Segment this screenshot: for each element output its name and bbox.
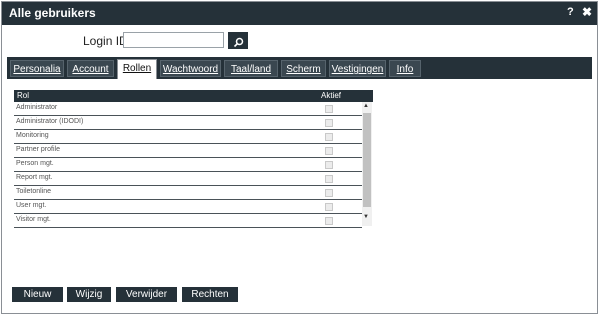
table-row[interactable]: User mgt. [14, 200, 362, 214]
login-id-input[interactable] [123, 32, 224, 48]
help-button[interactable]: ? [567, 6, 574, 18]
search-icon [233, 37, 243, 47]
role-name: Person mgt. [16, 160, 54, 167]
column-header-aktief[interactable]: Aktief [321, 91, 341, 100]
scroll-down-arrow-icon[interactable]: ▼ [363, 214, 369, 220]
edit-button[interactable]: Wijzig [67, 287, 111, 302]
role-name: Toiletonline [16, 188, 52, 195]
aktief-checkbox[interactable] [325, 161, 333, 169]
role-name: Report mgt. [16, 174, 53, 181]
tab-info[interactable]: Info [389, 60, 421, 77]
aktief-checkbox[interactable] [325, 147, 333, 155]
table-row[interactable]: Administrator (IDODI) [14, 116, 362, 130]
role-name: Administrator [16, 104, 58, 111]
role-name: Visitor mgt. [16, 216, 51, 223]
new-button[interactable]: Nieuw [12, 287, 63, 302]
aktief-checkbox[interactable] [325, 175, 333, 183]
roles-table-body: Administrator Administrator (IDODI) Moni… [14, 102, 362, 228]
role-name: User mgt. [16, 202, 47, 209]
scroll-up-arrow-icon[interactable]: ▲ [363, 103, 369, 109]
aktief-checkbox[interactable] [325, 189, 333, 197]
table-row[interactable]: Toiletonline [14, 186, 362, 200]
tab-personalia[interactable]: Personalia [10, 60, 64, 77]
tab-taal-land[interactable]: Taal/land [224, 60, 278, 77]
rights-button[interactable]: Rechten [182, 287, 238, 302]
table-row[interactable]: Monitoring [14, 130, 362, 144]
column-header-rol[interactable]: Rol [17, 91, 29, 100]
aktief-checkbox[interactable] [325, 203, 333, 211]
table-row[interactable]: Partner profile [14, 144, 362, 158]
table-row[interactable]: Visitor mgt. [14, 214, 362, 228]
delete-button[interactable]: Verwijder [116, 287, 177, 302]
close-button[interactable]: ✖ [582, 5, 592, 19]
aktief-checkbox[interactable] [325, 119, 333, 127]
tab-account[interactable]: Account [67, 60, 114, 77]
tab-rollen[interactable]: Rollen [117, 59, 157, 79]
table-row[interactable]: Administrator [14, 102, 362, 116]
aktief-checkbox[interactable] [325, 105, 333, 113]
window-title: Alle gebruikers [9, 6, 96, 20]
aktief-checkbox[interactable] [325, 133, 333, 141]
tab-bar: Personalia Account Rollen Wachtwoord Taa… [7, 57, 592, 79]
role-name: Administrator (IDODI) [16, 118, 84, 125]
tab-scherm[interactable]: Scherm [281, 60, 326, 77]
aktief-checkbox[interactable] [325, 217, 333, 225]
table-row[interactable]: Person mgt. [14, 158, 362, 172]
role-name: Monitoring [16, 132, 49, 139]
title-bar: Alle gebruikers ? ✖ [2, 2, 597, 25]
table-scrollbar[interactable]: ▲ ▼ [362, 102, 372, 226]
table-row[interactable]: Report mgt. [14, 172, 362, 186]
roles-table-header: Rol Aktief [14, 90, 373, 102]
users-window: Alle gebruikers ? ✖ Login ID: Personalia… [1, 1, 598, 314]
role-name: Partner profile [16, 146, 60, 153]
tab-wachtwoord[interactable]: Wachtwoord [160, 60, 221, 77]
tab-vestigingen[interactable]: Vestigingen [329, 60, 386, 77]
search-button[interactable] [228, 32, 248, 49]
scrollbar-thumb[interactable] [363, 113, 371, 207]
